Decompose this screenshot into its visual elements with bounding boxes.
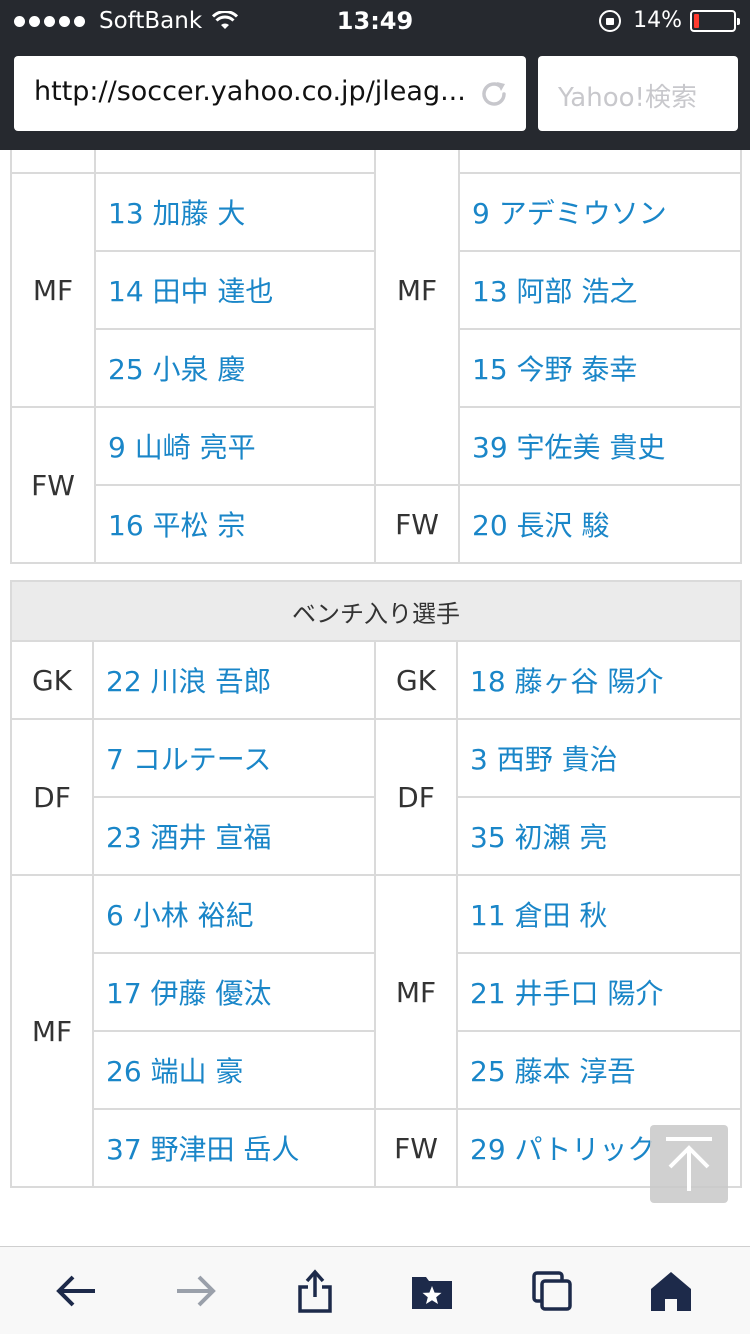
share-icon[interactable] — [293, 1269, 337, 1313]
home-position-cell — [10, 150, 96, 174]
home-position-cell: MF — [10, 172, 96, 408]
away-position-cell: FW — [374, 484, 460, 564]
player-link[interactable]: 14 田中 達也 — [94, 250, 376, 330]
battery-level — [694, 13, 699, 28]
home-position-cell: FW — [10, 406, 96, 564]
page-content: MF MF 13 加藤 大 9 アデミウソン 14 田中 達也 13 阿部 浩之… — [0, 150, 750, 1246]
away-position-cell: DF — [374, 718, 458, 876]
home-player-cell[interactable] — [94, 150, 376, 174]
address-bar[interactable]: http://soccer.yahoo.co.jp/jleag... — [14, 56, 526, 131]
table-row: MF 6 小林 裕紀 MF 11 倉田 秋 — [10, 874, 742, 1188]
table-row: DF 7 コルテース DF 3 西野 貴治 — [10, 718, 742, 876]
away-position-cell: FW — [374, 1108, 458, 1188]
battery-percent: 14% — [633, 8, 682, 33]
bench-table: ベンチ入り選手 GK 22 川浪 吾郎 GK 18 藤ヶ谷 陽介 DF 7 コル… — [10, 580, 742, 1188]
player-link[interactable]: 35 初瀬 亮 — [456, 796, 742, 876]
bench-title: ベンチ入り選手 — [10, 580, 742, 642]
player-link[interactable]: 26 端山 豪 — [92, 1030, 376, 1110]
table-row: GK 22 川浪 吾郎 GK 18 藤ヶ谷 陽介 — [10, 640, 742, 720]
away-player-cell[interactable] — [458, 150, 742, 174]
search-placeholder: Yahoo!検索 — [558, 83, 697, 113]
home-position-cell: GK — [10, 640, 94, 720]
arrow-left-icon[interactable] — [55, 1269, 99, 1313]
player-link[interactable]: 17 伊藤 優汰 — [92, 952, 376, 1032]
table-row: 16 平松 宗 FW 20 長沢 駿 — [11, 484, 742, 564]
reload-icon[interactable] — [478, 78, 510, 110]
player-link[interactable]: 6 小林 裕紀 — [92, 874, 376, 954]
scroll-top-button[interactable] — [650, 1125, 728, 1203]
player-link[interactable]: 7 コルテース — [92, 718, 376, 798]
player-link[interactable]: 21 井手口 陽介 — [456, 952, 742, 1032]
url-text[interactable]: http://soccer.yahoo.co.jp/jleag... — [34, 76, 474, 107]
player-link[interactable]: 9 山崎 亮平 — [94, 406, 376, 486]
player-link[interactable]: 15 今野 泰幸 — [458, 328, 742, 408]
player-link[interactable]: 13 加藤 大 — [94, 172, 376, 252]
search-input[interactable]: Yahoo!検索 — [538, 56, 738, 131]
player-link[interactable]: 25 藤本 淳吾 — [456, 1030, 742, 1110]
scroll-top-icon — [666, 1137, 712, 1191]
player-link[interactable]: 18 藤ヶ谷 陽介 — [456, 640, 742, 720]
rotation-lock-icon — [599, 9, 622, 32]
browser-toolbar — [0, 1246, 750, 1334]
browser-chrome: SoftBank 13:49 14% http://soccer.yahoo.c… — [0, 0, 750, 150]
player-link[interactable]: 3 西野 貴治 — [456, 718, 742, 798]
status-bar: SoftBank 13:49 14% — [0, 0, 750, 42]
player-link[interactable]: 11 倉田 秋 — [456, 874, 742, 954]
starting-lineup-table: MF MF 13 加藤 大 9 アデミウソン 14 田中 達也 13 阿部 浩之… — [10, 150, 742, 564]
player-link[interactable]: 13 阿部 浩之 — [458, 250, 742, 330]
battery-icon — [690, 9, 740, 32]
status-right: 14% — [599, 8, 740, 33]
player-link[interactable]: 16 平松 宗 — [94, 484, 376, 564]
away-position-cell: MF — [374, 150, 460, 486]
player-link[interactable]: 22 川浪 吾郎 — [92, 640, 376, 720]
bookmarks-icon[interactable] — [410, 1269, 454, 1313]
home-position-cell: DF — [10, 718, 94, 876]
table-row: 37 野津田 岳人 FW 29 パトリック — [11, 1108, 742, 1188]
table-row: MF — [10, 150, 742, 486]
bench-header-row: ベンチ入り選手 — [10, 580, 742, 642]
player-link[interactable]: 23 酒井 宣福 — [92, 796, 376, 876]
home-position-cell: MF — [10, 874, 94, 1188]
tabs-icon[interactable] — [530, 1269, 574, 1313]
player-link[interactable]: 25 小泉 慶 — [94, 328, 376, 408]
player-link[interactable]: 20 長沢 駿 — [458, 484, 742, 564]
player-link[interactable]: 9 アデミウソン — [458, 172, 742, 252]
arrow-right-icon[interactable] — [173, 1269, 217, 1313]
player-link[interactable]: 37 野津田 岳人 — [92, 1108, 376, 1188]
player-link[interactable]: 39 宇佐美 貴史 — [458, 406, 742, 486]
away-position-cell: GK — [374, 640, 458, 720]
home-icon[interactable] — [649, 1269, 693, 1313]
away-position-cell: MF — [374, 874, 458, 1110]
